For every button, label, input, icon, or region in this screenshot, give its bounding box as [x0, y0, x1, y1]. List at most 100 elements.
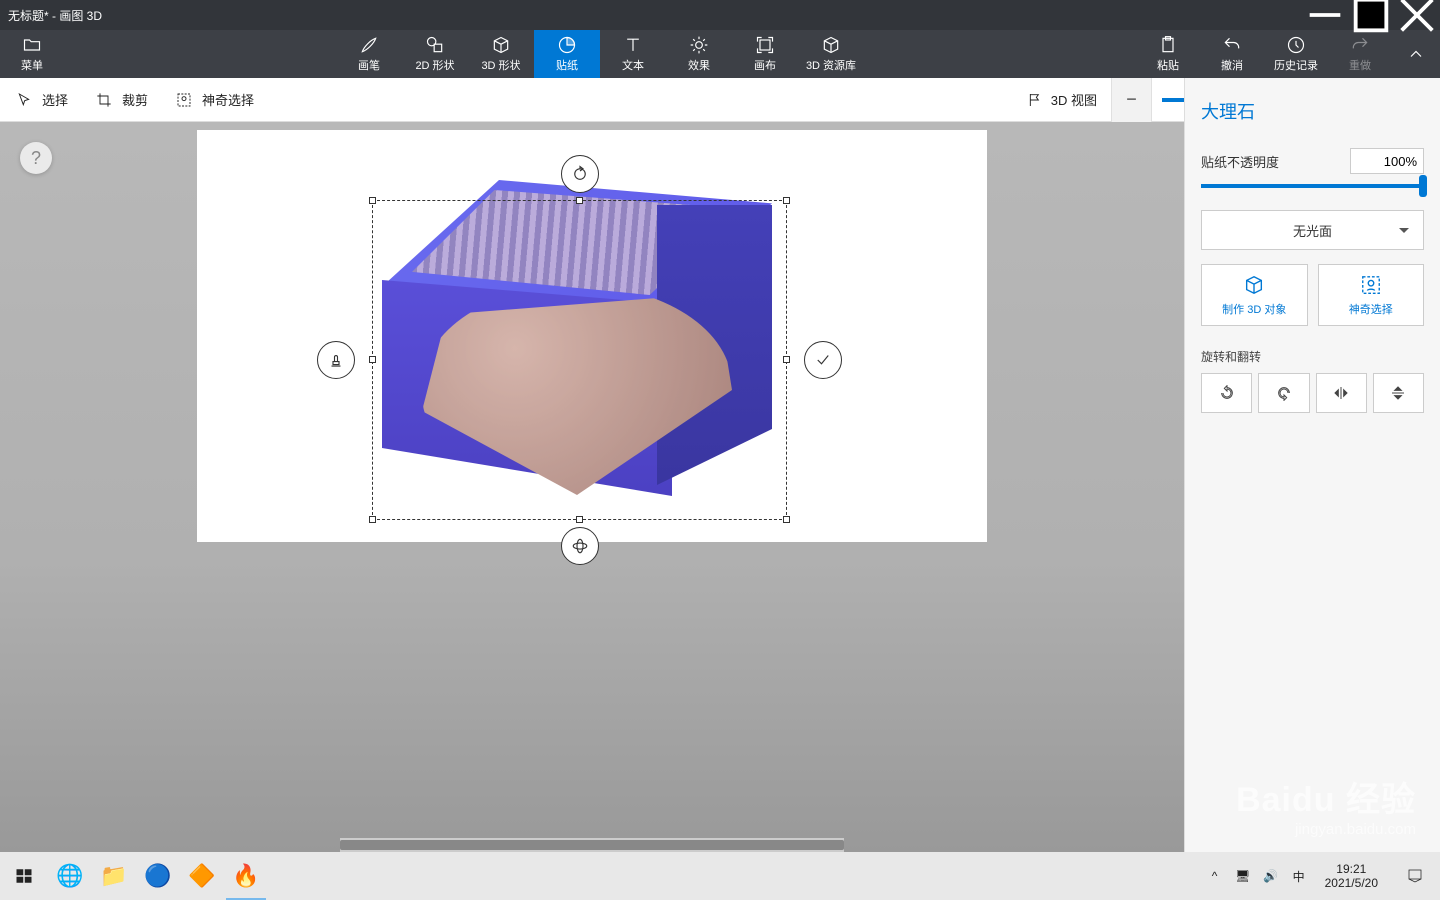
shapes3d-icon	[491, 35, 511, 55]
tray-network-icon[interactable]: 🖥	[1233, 869, 1253, 883]
menu-label: 菜单	[21, 57, 43, 73]
handle-ml[interactable]	[369, 356, 376, 363]
rotate-section-label: 旋转和翻转	[1201, 348, 1424, 365]
rotate-cw-icon	[1276, 385, 1292, 401]
crop-tool[interactable]: 裁剪	[96, 90, 148, 109]
selection-box[interactable]	[372, 200, 787, 520]
redo-button[interactable]: 重做	[1328, 30, 1392, 78]
system-tray: ^ 🖥 🔊 中 19:21 2021/5/20	[1205, 852, 1440, 900]
select-tool[interactable]: 选择	[16, 90, 68, 109]
taskbar-edge[interactable]: 🌐	[48, 852, 92, 900]
redo-icon	[1350, 35, 1370, 55]
expand-ribbon-button[interactable]	[1392, 30, 1440, 78]
stamp-icon	[327, 351, 345, 369]
history-icon	[1286, 35, 1306, 55]
start-button[interactable]	[0, 852, 48, 900]
magic-select-icon	[1360, 274, 1382, 296]
flip-h-icon	[1333, 385, 1349, 401]
side-panel: 大理石 贴纸不透明度 无光面 制作 3D 对象 神奇选择 旋转和翻转	[1184, 78, 1440, 852]
brush-icon	[359, 35, 379, 55]
crop-icon	[96, 92, 112, 108]
canvas-icon	[755, 35, 775, 55]
cursor-icon	[16, 92, 32, 108]
rotate-icon	[571, 165, 589, 183]
magic-select-tool[interactable]: 神奇选择	[176, 90, 254, 109]
library-icon	[821, 35, 841, 55]
handle-bl[interactable]	[369, 516, 376, 523]
history-button[interactable]: 历史记录	[1264, 30, 1328, 78]
tab-brush[interactable]: 画笔	[336, 30, 402, 78]
taskbar-browser[interactable]: 🔵	[136, 852, 180, 900]
commit-button[interactable]	[804, 341, 842, 379]
flip-horizontal-button[interactable]	[1316, 373, 1367, 413]
tray-clock[interactable]: 19:21 2021/5/20	[1317, 862, 1386, 891]
folder-icon	[22, 35, 42, 55]
magic-icon	[176, 92, 192, 108]
effect-icon	[689, 35, 709, 55]
tab-sticker[interactable]: 贴纸	[534, 30, 600, 78]
undo-button[interactable]: 撤消	[1200, 30, 1264, 78]
shapes2d-icon	[425, 35, 445, 55]
rotate-cw-button[interactable]	[1258, 373, 1309, 413]
ribbon: 菜单 画笔 2D 形状 3D 形状 贴纸 文本 效果 画布 3D 资源库 粘贴 …	[0, 30, 1440, 78]
windows-icon	[15, 867, 33, 885]
close-button[interactable]	[1394, 0, 1440, 30]
tray-chevron-icon[interactable]: ^	[1205, 869, 1225, 883]
flip-v-icon	[1390, 385, 1406, 401]
finish-dropdown[interactable]: 无光面	[1201, 210, 1424, 250]
paste-button[interactable]: 粘贴	[1136, 30, 1200, 78]
handle-tl[interactable]	[369, 197, 376, 204]
3d-rotate-button[interactable]	[561, 527, 599, 565]
magic-select-button[interactable]: 神奇选择	[1318, 264, 1425, 326]
menu-button[interactable]: 菜单	[0, 30, 64, 78]
opacity-slider[interactable]	[1201, 184, 1424, 188]
handle-tr[interactable]	[783, 197, 790, 204]
undo-icon	[1222, 35, 1242, 55]
paste-icon	[1158, 35, 1178, 55]
tray-notifications[interactable]	[1394, 867, 1436, 885]
notification-icon	[1406, 867, 1424, 885]
tab-text[interactable]: 文本	[600, 30, 666, 78]
tray-volume-icon[interactable]: 🔊	[1261, 869, 1281, 883]
handle-mr[interactable]	[783, 356, 790, 363]
tab-effects[interactable]: 效果	[666, 30, 732, 78]
maximize-button[interactable]	[1348, 0, 1394, 30]
cube-icon	[1243, 274, 1265, 296]
workspace[interactable]: ?	[0, 122, 1184, 852]
minimize-button[interactable]	[1302, 0, 1348, 30]
3d-rotate-icon	[571, 537, 589, 555]
tab-3d-shapes[interactable]: 3D 形状	[468, 30, 534, 78]
zoom-out-button[interactable]: −	[1112, 78, 1152, 122]
tab-canvas[interactable]: 画布	[732, 30, 798, 78]
make-3d-button[interactable]: 制作 3D 对象	[1201, 264, 1308, 326]
stamp-button[interactable]	[317, 341, 355, 379]
titlebar: 无标题* - 画图 3D	[0, 0, 1440, 30]
rotate-z-button[interactable]	[561, 155, 599, 193]
handle-br[interactable]	[783, 516, 790, 523]
taskbar-explorer[interactable]: 📁	[92, 852, 136, 900]
tab-2d-shapes[interactable]: 2D 形状	[402, 30, 468, 78]
handle-bm[interactable]	[576, 516, 583, 523]
canvas[interactable]	[197, 130, 987, 542]
rotate-ccw-button[interactable]	[1201, 373, 1252, 413]
horizontal-scrollbar[interactable]	[340, 838, 844, 852]
3d-view-button[interactable]: 3D 视图	[1013, 90, 1111, 109]
taskbar: 🌐 📁 🔵 🔶 🔥 ^ 🖥 🔊 中 19:21 2021/5/20	[0, 852, 1440, 900]
opacity-input[interactable]	[1350, 148, 1424, 174]
panel-title: 大理石	[1201, 98, 1424, 124]
handle-tm[interactable]	[576, 197, 583, 204]
taskbar-vlc[interactable]: 🔶	[180, 852, 224, 900]
taskbar-paint3d[interactable]: 🔥	[224, 852, 268, 900]
opacity-label: 贴纸不透明度	[1201, 152, 1279, 171]
tab-3d-library[interactable]: 3D 资源库	[798, 30, 864, 78]
sticker-icon	[557, 35, 577, 55]
text-icon	[623, 35, 643, 55]
rotate-ccw-icon	[1219, 385, 1235, 401]
window-title: 无标题* - 画图 3D	[8, 7, 102, 24]
tray-ime[interactable]: 中	[1289, 868, 1309, 885]
flip-vertical-button[interactable]	[1373, 373, 1424, 413]
help-button[interactable]: ?	[20, 142, 52, 174]
flag-icon	[1027, 92, 1043, 108]
check-icon	[814, 351, 832, 369]
chevron-up-icon	[1406, 44, 1426, 64]
